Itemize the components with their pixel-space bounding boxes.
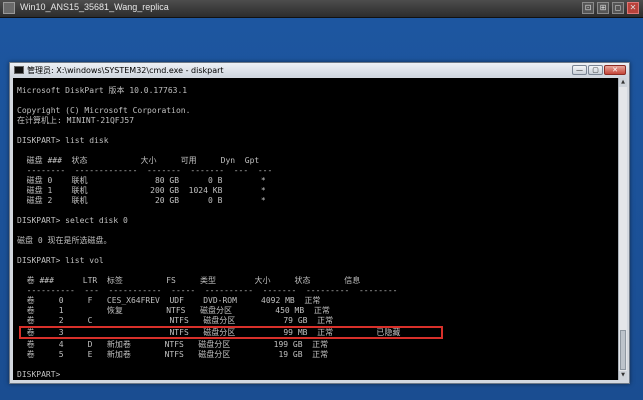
cmd-icon [14, 66, 24, 74]
cmd-titlebar[interactable]: 管理员: X:\windows\SYSTEM32\cmd.exe - diskp… [10, 63, 629, 77]
vm-app-icon [3, 2, 15, 14]
minimize-button[interactable]: — [572, 65, 587, 75]
console-line: 磁盘 1 联机 200 GB 1024 KB * [17, 186, 266, 195]
console-line: Microsoft DiskPart 版本 10.0.17763.1 [17, 86, 188, 95]
console-line: 卷 1 恢复 NTFS 磁盘分区 450 MB 正常 [17, 306, 330, 315]
vm-fullscreen-icon[interactable]: ⊡ [582, 2, 594, 14]
console-line: DISKPART> list vol [17, 256, 104, 265]
scroll-up-icon[interactable]: ▲ [619, 78, 627, 87]
close-button[interactable]: ✕ [604, 65, 626, 75]
vm-window-controls: ⊡ ⊞ ◻ ✕ [582, 2, 639, 14]
cmd-window: 管理员: X:\windows\SYSTEM32\cmd.exe - diskp… [9, 62, 630, 384]
scroll-thumb[interactable] [620, 330, 626, 370]
console-line: 磁盘 ### 状态 大小 可用 Dyn Gpt [17, 156, 260, 165]
vm-minimize-icon[interactable]: ⊞ [597, 2, 609, 14]
scroll-down-icon[interactable]: ▼ [619, 371, 627, 380]
cmd-window-title: 管理员: X:\windows\SYSTEM32\cmd.exe - diskp… [27, 66, 224, 75]
console-line: 磁盘 0 联机 80 GB 0 B * [17, 176, 266, 185]
console-line: Copyright (C) Microsoft Corporation. [17, 106, 191, 115]
vm-titlebar: Win10_ANS15_35681_Wang_replica ⊡ ⊞ ◻ ✕ [0, 0, 643, 18]
console-line: 卷 2 C NTFS 磁盘分区 79 GB 正常 [17, 316, 334, 325]
console-line: 卷 4 D 新加卷 NTFS 磁盘分区 199 GB 正常 [17, 340, 329, 349]
console-line: 磁盘 2 联机 20 GB 0 B * [17, 196, 266, 205]
console-prompt: DISKPART> [17, 370, 61, 379]
hidden-volume-highlight [19, 326, 443, 339]
vm-close-icon[interactable]: ✕ [627, 2, 639, 14]
vm-title: Win10_ANS15_35681_Wang_replica [20, 2, 169, 12]
console-scrollbar[interactable]: ▲ ▼ [618, 78, 627, 380]
console-line: 卷 ### LTR 标签 FS 类型 大小 状态 信息 [17, 276, 361, 285]
console-line: -------- ------------- ------- ------- -… [17, 166, 273, 175]
maximize-button[interactable]: ▢ [588, 65, 603, 75]
console-line: 卷 0 F CES_X64FREV UDF DVD-ROM 4092 MB 正常 [17, 296, 321, 305]
console-line: 卷 5 E 新加卷 NTFS 磁盘分区 19 GB 正常 [17, 350, 329, 359]
console-line: 在计算机上: MININT-21QFJ57 [17, 116, 135, 125]
console-line: ---------- --- ----------- ----- -------… [17, 286, 398, 295]
vm-restore-icon[interactable]: ◻ [612, 2, 624, 14]
console-line: DISKPART> list disk [17, 136, 109, 145]
console-line: 磁盘 0 现在是所选磁盘。 [17, 236, 112, 245]
cmd-window-controls: — ▢ ✕ [572, 65, 626, 75]
console-line: DISKPART> select disk 0 [17, 216, 128, 225]
